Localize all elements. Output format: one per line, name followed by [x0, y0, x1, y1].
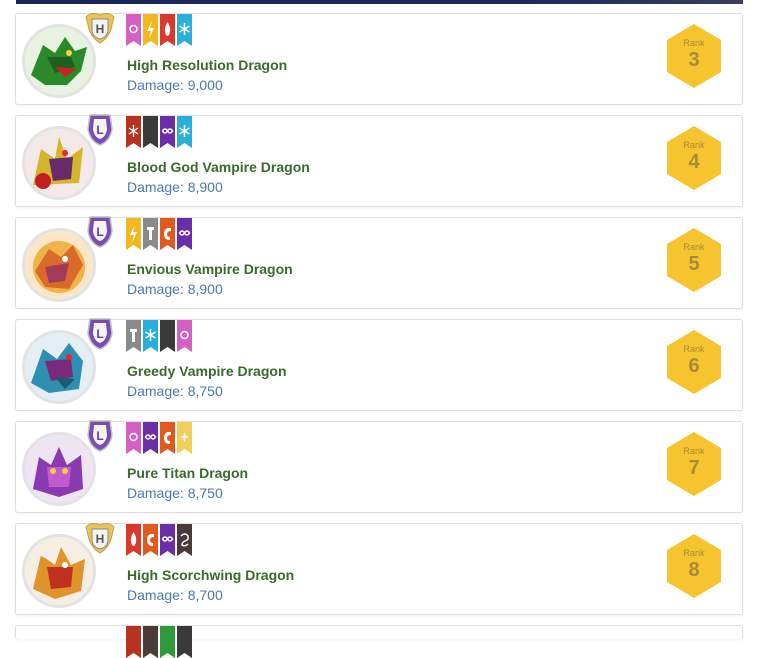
- damage-label: Damage:: [127, 485, 188, 501]
- damage-value: 8,750: [187, 485, 223, 501]
- element-flags: [126, 422, 192, 454]
- dragon-card[interactable]: L Blood God Vampire Dragon Damage: 8,900…: [15, 113, 743, 207]
- header-bar: [16, 0, 743, 4]
- rank-number: 8: [688, 559, 700, 581]
- damage-value: 8,900: [187, 179, 223, 195]
- damage-value: 9,000: [187, 77, 223, 93]
- dragon-name[interactable]: Envious Vampire Dragon: [127, 261, 293, 277]
- element-flags: [126, 524, 192, 556]
- metal-icon: [143, 218, 158, 250]
- flame-icon: [160, 14, 175, 46]
- legend-icon: [177, 218, 192, 250]
- damage-label: Damage:: [127, 587, 188, 603]
- rank-number: 6: [688, 355, 700, 377]
- element-flags: [126, 218, 192, 250]
- damage-text: Damage: 8,700: [127, 587, 223, 603]
- rank-badge: Rank 4: [665, 125, 723, 191]
- dragon-name[interactable]: High Scorchwing Dragon: [127, 567, 294, 583]
- dragon-name[interactable]: Pure Titan Dragon: [127, 465, 248, 481]
- damage-text: Damage: 8,900: [127, 179, 223, 195]
- legend-icon: [160, 524, 175, 556]
- rank-number: 3: [688, 49, 700, 71]
- element-flags: [126, 320, 192, 352]
- ice-icon: [177, 116, 192, 148]
- rank-label: Rank: [683, 140, 705, 150]
- legendary-rarity-badge: L: [82, 215, 118, 249]
- dragon-card[interactable]: H High Resolution Dragon Damage: 9,000 R…: [15, 11, 743, 105]
- pure-icon: [177, 320, 192, 352]
- dragon-card[interactable]: H High Scorchwing Dragon Damage: 8,700 R…: [15, 521, 743, 615]
- rank-label: Rank: [683, 344, 705, 354]
- damage-text: Damage: 8,900: [127, 281, 223, 297]
- damage-value: 8,900: [187, 281, 223, 297]
- rank-label: Rank: [683, 242, 705, 252]
- damage-text: Damage: 8,750: [127, 383, 223, 399]
- damage-label: Damage:: [127, 281, 188, 297]
- dragon-card[interactable]: L Envious Vampire Dragon Damage: 8,900 R…: [15, 215, 743, 309]
- war-icon: [160, 218, 175, 250]
- ice-icon: [177, 14, 192, 46]
- svg-text:H: H: [96, 22, 105, 36]
- flame-rune-icon: [126, 116, 141, 148]
- war-icon: [160, 422, 175, 454]
- svg-text:L: L: [96, 123, 103, 137]
- dark-icon: [143, 116, 158, 148]
- war-icon: [143, 524, 158, 556]
- legend-icon: [160, 116, 175, 148]
- dragon-ranking-list: H High Resolution Dragon Damage: 9,000 R…: [15, 11, 743, 658]
- rank-label: Rank: [683, 548, 705, 558]
- element-flags: [126, 14, 192, 46]
- damage-label: Damage:: [127, 77, 188, 93]
- dragon-name[interactable]: Blood God Vampire Dragon: [127, 159, 310, 175]
- flame-icon: [126, 524, 141, 556]
- metal-icon: [126, 320, 141, 352]
- pure-icon: [126, 14, 141, 46]
- legend-icon: [143, 422, 158, 454]
- rank-badge: Rank 5: [665, 227, 723, 293]
- svg-text:L: L: [96, 327, 103, 341]
- svg-text:H: H: [96, 532, 105, 546]
- damage-label: Damage:: [127, 383, 188, 399]
- rank-badge: Rank 8: [665, 533, 723, 599]
- electric-icon: [126, 218, 141, 250]
- dragon-card-partial[interactable]: [15, 625, 743, 658]
- dragon-card[interactable]: L Greedy Vampire Dragon Damage: 8,750 Ra…: [15, 317, 743, 411]
- electric-icon: [143, 14, 158, 46]
- rank-label: Rank: [683, 38, 705, 48]
- damage-value: 8,750: [187, 383, 223, 399]
- rank-badge: Rank 6: [665, 329, 723, 395]
- heroic-rarity-badge: H: [82, 521, 118, 555]
- legendary-rarity-badge: L: [82, 113, 118, 147]
- rank-number: 7: [688, 457, 700, 479]
- element-flags: [126, 116, 192, 148]
- dark-icon: [160, 320, 175, 352]
- rank-badge: Rank 7: [665, 431, 723, 497]
- dragon-name[interactable]: Greedy Vampire Dragon: [127, 363, 287, 379]
- pure-icon: [126, 422, 141, 454]
- rank-number: 4: [688, 151, 700, 173]
- light-icon: [177, 422, 192, 454]
- damage-text: Damage: 9,000: [127, 77, 223, 93]
- heroic-rarity-badge: H: [82, 11, 118, 45]
- rank-number: 5: [688, 253, 700, 275]
- wind-icon: [177, 524, 192, 556]
- rank-badge: Rank 3: [665, 23, 723, 89]
- ice-icon: [143, 320, 158, 352]
- damage-text: Damage: 8,750: [127, 485, 223, 501]
- dragon-name[interactable]: High Resolution Dragon: [127, 57, 287, 73]
- legendary-rarity-badge: L: [82, 317, 118, 351]
- legendary-rarity-badge: L: [82, 419, 118, 453]
- svg-text:L: L: [96, 429, 103, 443]
- svg-text:L: L: [96, 225, 103, 239]
- rank-label: Rank: [683, 446, 705, 456]
- damage-value: 8,700: [187, 587, 223, 603]
- dragon-card[interactable]: L Pure Titan Dragon Damage: 8,750 Rank 7: [15, 419, 743, 513]
- damage-label: Damage:: [127, 179, 188, 195]
